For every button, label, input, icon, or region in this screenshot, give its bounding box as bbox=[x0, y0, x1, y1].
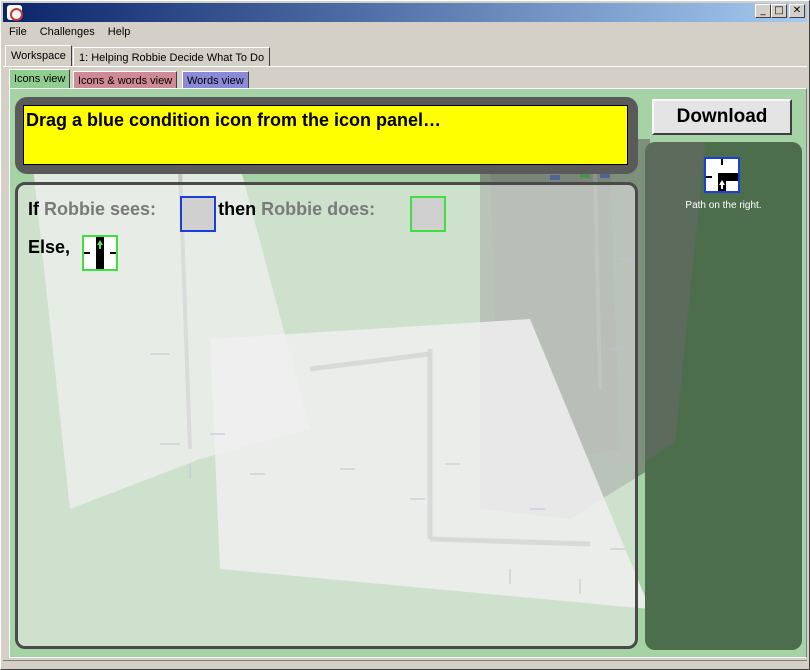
robbie-sees-label: Robbie sees: bbox=[44, 199, 157, 219]
path-straight-up-icon[interactable] bbox=[84, 237, 116, 269]
maximize-button[interactable]: □ bbox=[771, 4, 787, 18]
app-window: _ □ ✕ File Challenges Help Workspace 1: … bbox=[0, 0, 810, 670]
menu-bar: File Challenges Help bbox=[3, 23, 807, 42]
instruction-text: Drag a blue condition icon from the icon… bbox=[23, 105, 628, 165]
else-rule-line: Else, bbox=[28, 237, 70, 258]
icon-caption: Path on the right. bbox=[685, 200, 762, 211]
else-label: Else, bbox=[28, 237, 71, 257]
tab-icons-view[interactable]: Icons view bbox=[9, 69, 71, 88]
path-on-right-icon-tile[interactable] bbox=[704, 157, 740, 193]
action-drop-slot[interactable] bbox=[410, 196, 446, 232]
tab-icons-words-view[interactable]: Icons & words view bbox=[73, 71, 178, 89]
else-action-slot[interactable] bbox=[82, 235, 118, 271]
menu-help[interactable]: Help bbox=[102, 23, 138, 42]
rule-editor-panel: If Robbie sees: , then Robbie does: Else… bbox=[15, 182, 638, 649]
download-button[interactable]: Download bbox=[652, 99, 792, 135]
icon-panel-shading bbox=[645, 142, 705, 462]
menu-challenges[interactable]: Challenges bbox=[34, 23, 102, 42]
robbie-does-label: Robbie does: bbox=[261, 199, 376, 219]
if-label: If bbox=[28, 199, 39, 219]
tab-workspace[interactable]: Workspace bbox=[5, 45, 72, 67]
minimize-button[interactable]: _ bbox=[755, 4, 771, 18]
menu-file[interactable]: File bbox=[3, 23, 34, 42]
icon-panel: Path on the right. bbox=[645, 142, 802, 650]
app-icon bbox=[7, 5, 23, 21]
tab-challenge-1[interactable]: 1: Helping Robbie Decide What To Do bbox=[73, 47, 271, 67]
path-on-right-icon bbox=[706, 159, 738, 191]
outer-tab-strip: Workspace 1: Helping Robbie Decide What … bbox=[3, 45, 807, 67]
status-strip bbox=[3, 660, 807, 668]
title-bar[interactable] bbox=[3, 3, 807, 22]
close-button[interactable]: ✕ bbox=[789, 4, 805, 18]
condition-drop-slot[interactable] bbox=[180, 196, 216, 232]
tab-words-view[interactable]: Words view bbox=[182, 71, 249, 89]
tab-divider bbox=[3, 66, 807, 67]
